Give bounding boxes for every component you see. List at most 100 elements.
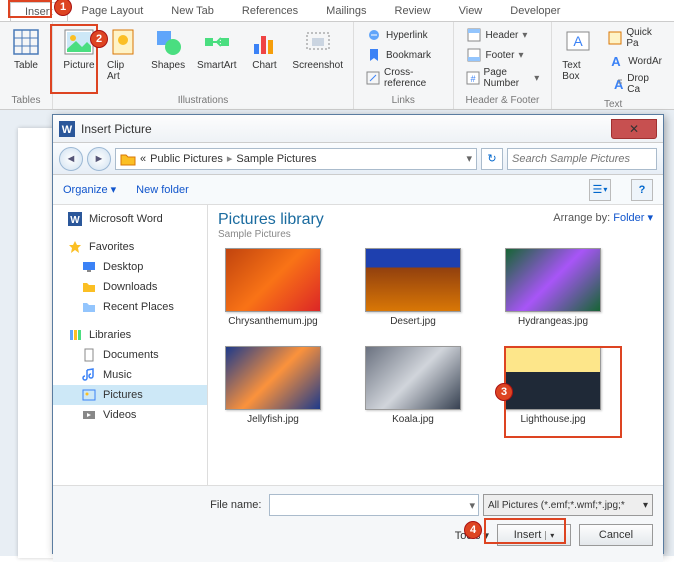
libraries-icon [67,327,83,343]
back-button[interactable]: ◄ [59,147,83,171]
tab-new-tab[interactable]: New Tab [157,2,228,21]
tab-developer[interactable]: Developer [496,2,574,21]
textbox-button[interactable]: A Text Box [556,24,600,84]
screenshot-button[interactable]: Screenshot [286,24,349,73]
marker-4: 4 [464,521,482,539]
sidebar-item-documents[interactable]: Documents [53,345,207,365]
sidebar-item-desktop[interactable]: Desktop [53,257,207,277]
tab-page-layout[interactable]: Page Layout [68,2,158,21]
sidebar-item-recent[interactable]: Recent Places [53,297,207,317]
chart-button[interactable]: Chart [242,24,286,73]
wordart-icon: A [608,53,624,69]
sidebar-label: Libraries [89,329,131,341]
thumb-image [505,248,601,312]
refresh-icon: ↻ [487,152,496,165]
insert-button[interactable]: Insert▾ [497,524,571,546]
bookmark-button[interactable]: Bookmark [362,46,445,64]
hyperlink-button[interactable]: Hyperlink [362,26,445,44]
sidebar-item-word[interactable]: WMicrosoft Word [53,209,207,229]
wordart-button[interactable]: AWordAr [604,52,666,70]
tab-review[interactable]: Review [381,2,445,21]
hyperlink-label: Hyperlink [386,30,428,41]
sidebar-item-videos[interactable]: Videos [53,405,207,425]
dialog-footer: File name: ▾ All Pictures (*.emf;*.wmf;*… [53,485,663,562]
pagenum-icon: # [466,70,480,86]
crossref-button[interactable]: Cross-reference [362,66,445,90]
marker-3: 3 [495,383,513,401]
thumb-hydrangeas[interactable]: Hydrangeas.jpg [498,248,608,328]
svg-text:#: # [470,74,475,84]
insert-picture-dialog: W Insert Picture ✕ ◄ ► « Public Pictures… [52,114,664,554]
header-label: Header [486,30,519,41]
thumb-jellyfish[interactable]: Jellyfish.jpg [218,346,328,426]
clipart-button[interactable]: Clip Art [101,24,145,84]
group-tables: Table Tables [0,22,53,109]
svg-text:W: W [62,124,73,136]
close-button[interactable]: ✕ [611,119,657,139]
table-button[interactable]: Table [4,24,48,73]
chart-label: Chart [252,60,276,71]
chevron-down-icon[interactable]: ▾ [466,152,472,165]
organize-button[interactable]: Organize▾ [63,183,116,196]
thumb-koala[interactable]: Koala.jpg [358,346,468,426]
thumb-label: Hydrangeas.jpg [518,316,588,328]
thumb-lighthouse[interactable]: Lighthouse.jpg [498,346,608,426]
arrange-by: Arrange by: Folder ▾ [553,211,653,224]
breadcrumb-part1[interactable]: Public Pictures [150,153,223,165]
shapes-label: Shapes [151,60,185,71]
thumb-chrysanthemum[interactable]: Chrysanthemum.jpg [218,248,328,328]
breadcrumb-prefix: « [140,153,146,165]
breadcrumb-part2[interactable]: Sample Pictures [236,153,316,165]
thumb-desert[interactable]: Desert.jpg [358,248,468,328]
cancel-button[interactable]: Cancel [579,524,653,546]
search-input[interactable] [507,148,657,170]
header-button[interactable]: Header▾ [462,26,544,44]
dialog-titlebar[interactable]: W Insert Picture ✕ [53,115,663,143]
star-icon [67,239,83,255]
bookmark-icon [366,47,382,63]
refresh-button[interactable]: ↻ [481,148,503,170]
dialog-body: WMicrosoft Word Favorites Desktop Downlo… [53,205,663,485]
smartart-button[interactable]: SmartArt [191,24,242,73]
arrange-label: Arrange by: [553,212,610,224]
sidebar-item-pictures[interactable]: Pictures [53,385,207,405]
sidebar-item-libraries[interactable]: Libraries [53,325,207,345]
shapes-button[interactable]: Shapes [145,24,191,73]
filename-label: File name: [210,499,261,511]
tab-mailings[interactable]: Mailings [312,2,380,21]
filter-dropdown[interactable]: All Pictures (*.emf;*.wmf;*.jpg;*▾ [483,494,653,516]
breadcrumb[interactable]: « Public Pictures ▸ Sample Pictures ▾ [115,148,477,170]
help-button[interactable]: ? [631,179,653,201]
newfolder-button[interactable]: New folder [136,184,189,196]
picture-label: Picture [63,60,94,71]
dropcap-button[interactable]: ADrop Ca [604,72,666,96]
footer-label: Footer [486,50,515,61]
filename-input[interactable] [269,494,479,516]
thumb-image [225,346,321,410]
quickparts-button[interactable]: Quick Pa [604,26,666,50]
sidebar-item-music[interactable]: Music [53,365,207,385]
arrange-value[interactable]: Folder ▾ [613,212,653,224]
thumb-image [365,346,461,410]
textbox-label: Text Box [562,60,594,82]
sidebar-label: Desktop [103,261,143,273]
recent-icon [81,299,97,315]
folder-icon [81,279,97,295]
pagenum-button[interactable]: #Page Number▾ [462,66,544,90]
music-icon [81,367,97,383]
dialog-toolbar: Organize▾ New folder ☰▾ ? [53,175,663,205]
footer-button[interactable]: Footer▾ [462,46,544,64]
footer-icon [466,47,482,63]
view-button[interactable]: ☰▾ [589,179,611,201]
thumbnails: Chrysanthemum.jpg Desert.jpg Hydrangeas.jp… [218,248,653,426]
sidebar-item-favorites[interactable]: Favorites [53,237,207,257]
tab-view[interactable]: View [445,2,497,21]
tab-references[interactable]: References [228,2,312,21]
thumb-image [225,248,321,312]
chevron-down-icon: ▾ [545,531,554,540]
dialog-title-text: Insert Picture [81,122,152,136]
forward-button[interactable]: ► [87,147,111,171]
view-icon: ☰ [593,183,603,196]
sidebar-item-downloads[interactable]: Downloads [53,277,207,297]
sidebar: WMicrosoft Word Favorites Desktop Downlo… [53,205,208,485]
